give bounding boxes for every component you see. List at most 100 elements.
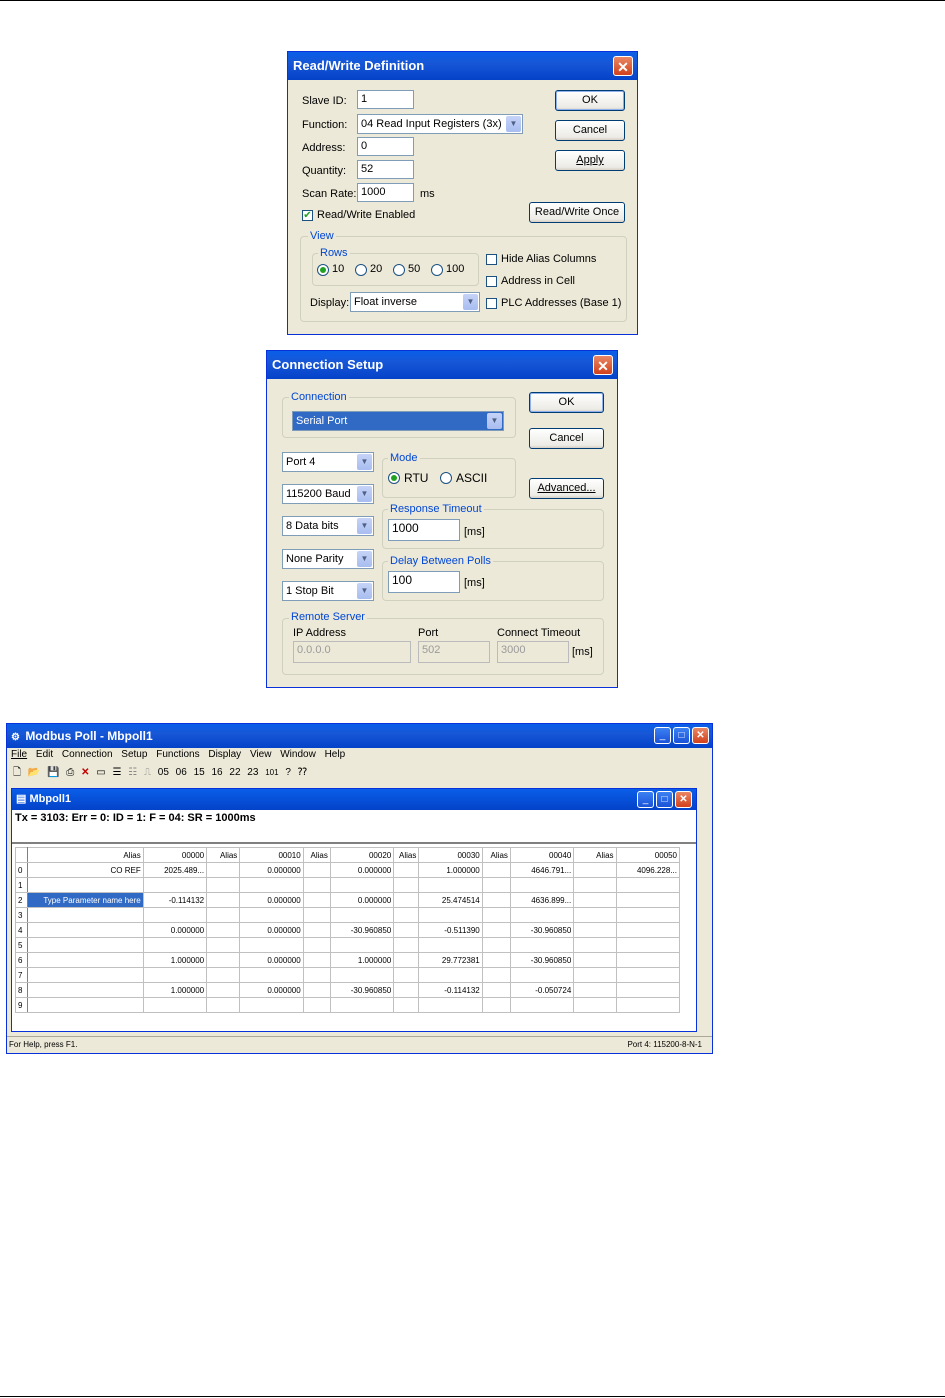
rw-enabled-checkbox[interactable]: ✔ <box>302 210 313 221</box>
stop-bits-select[interactable]: 1 Stop Bit ▼ <box>282 581 374 601</box>
alias-cell[interactable] <box>481 892 511 908</box>
value-cell[interactable] <box>142 877 208 893</box>
alias-cell[interactable] <box>206 967 241 983</box>
alias-cell[interactable] <box>481 862 511 878</box>
menu-edit[interactable]: Edit <box>36 749 53 760</box>
alias-cell[interactable] <box>573 997 617 1013</box>
alias-cell[interactable] <box>481 967 511 983</box>
value-cell[interactable]: 0.000000 <box>239 982 304 998</box>
value-cell[interactable] <box>509 877 575 893</box>
value-cell[interactable] <box>509 937 575 953</box>
alias-cell[interactable] <box>481 982 511 998</box>
menu-file[interactable]: File <box>11 749 27 760</box>
value-cell[interactable] <box>142 907 208 923</box>
apply-button[interactable]: Apply <box>555 150 625 171</box>
value-cell[interactable] <box>418 937 483 953</box>
connect-timeout-field[interactable]: 3000 <box>497 641 569 663</box>
alias-cell[interactable] <box>206 892 241 908</box>
alias-cell[interactable] <box>393 997 420 1013</box>
alias-cell[interactable] <box>573 952 617 968</box>
value-cell[interactable]: 1.000000 <box>142 982 208 998</box>
alias-cell[interactable] <box>206 937 241 953</box>
column-header[interactable]: Alias <box>573 847 617 863</box>
value-cell[interactable] <box>509 967 575 983</box>
alias-cell[interactable] <box>393 907 420 923</box>
value-cell[interactable]: 0.000000 <box>329 862 395 878</box>
rows-100-radio[interactable] <box>431 264 443 276</box>
fn-101-button[interactable]: 101 <box>265 764 278 782</box>
alias-cell[interactable] <box>27 997 144 1013</box>
response-timeout-field[interactable]: 1000 <box>388 519 460 541</box>
alias-cell[interactable] <box>393 877 420 893</box>
pulse-icon[interactable]: ⎍ <box>144 764 151 782</box>
close-button[interactable]: ✕ <box>692 727 709 744</box>
alias-cell[interactable] <box>393 892 420 908</box>
child-maximize-button[interactable]: □ <box>656 791 673 808</box>
alias-cell[interactable] <box>206 997 241 1013</box>
value-cell[interactable]: 0.000000 <box>329 892 395 908</box>
value-cell[interactable]: -30.960850 <box>329 922 395 938</box>
fn-06-button[interactable]: 06 <box>176 764 187 782</box>
window-icon[interactable]: ▭ <box>96 764 105 782</box>
value-cell[interactable]: 4636.899... <box>509 892 575 908</box>
child-close-button[interactable]: ✕ <box>675 791 692 808</box>
alias-cell[interactable] <box>27 907 144 923</box>
alias-cell[interactable] <box>206 862 241 878</box>
value-cell[interactable]: -0.114132 <box>142 892 208 908</box>
ok-button[interactable]: OK <box>555 90 625 111</box>
value-cell[interactable] <box>418 877 483 893</box>
value-cell[interactable]: 25.474514 <box>418 892 483 908</box>
fn-15-button[interactable]: 15 <box>194 764 205 782</box>
scan-rate-field[interactable]: 1000 <box>357 183 414 202</box>
alias-cell[interactable] <box>302 997 331 1013</box>
address-in-cell-checkbox[interactable] <box>486 276 497 287</box>
column-header[interactable]: 00040 <box>509 847 575 863</box>
value-cell[interactable]: -30.960850 <box>329 982 395 998</box>
minimize-button[interactable]: _ <box>654 727 671 744</box>
data-bits-select[interactable]: 8 Data bits ▼ <box>282 516 374 536</box>
value-cell[interactable]: -30.960850 <box>509 922 575 938</box>
value-cell[interactable] <box>509 907 575 923</box>
alias-cell[interactable] <box>302 907 331 923</box>
alias-cell[interactable] <box>393 937 420 953</box>
hide-alias-checkbox[interactable] <box>486 254 497 265</box>
value-cell[interactable]: 4646.791... <box>509 862 575 878</box>
rows-10-radio[interactable] <box>317 264 329 276</box>
rows-50-radio[interactable] <box>393 264 405 276</box>
value-cell[interactable] <box>239 907 304 923</box>
value-cell[interactable] <box>329 907 395 923</box>
alias-cell[interactable] <box>302 862 331 878</box>
value-cell[interactable]: 0.000000 <box>239 952 304 968</box>
open-icon[interactable]: 📂 <box>28 764 40 782</box>
menu-view[interactable]: View <box>250 749 272 760</box>
value-cell[interactable] <box>142 937 208 953</box>
alias-cell[interactable] <box>302 967 331 983</box>
alias-cell[interactable] <box>206 907 241 923</box>
value-cell[interactable] <box>329 937 395 953</box>
ip-address-field[interactable]: 0.0.0.0 <box>293 641 411 663</box>
value-cell[interactable] <box>615 952 681 968</box>
value-cell[interactable] <box>418 997 483 1013</box>
column-header[interactable]: 00020 <box>329 847 395 863</box>
value-cell[interactable]: -30.960850 <box>509 952 575 968</box>
delay-field[interactable]: 100 <box>388 571 460 593</box>
value-cell[interactable] <box>142 997 208 1013</box>
alias-cell[interactable] <box>393 952 420 968</box>
rows-20-radio[interactable] <box>355 264 367 276</box>
ok-button[interactable]: OK <box>529 392 604 413</box>
alias-cell[interactable] <box>27 937 144 953</box>
alias-cell[interactable] <box>573 982 617 998</box>
read-icon[interactable]: ☰ <box>112 764 121 782</box>
fn-05-button[interactable]: 05 <box>158 764 169 782</box>
value-cell[interactable] <box>418 907 483 923</box>
column-header[interactable]: Alias <box>393 847 420 863</box>
alias-cell[interactable] <box>573 907 617 923</box>
print-icon[interactable]: ⎙ <box>66 764 74 782</box>
alias-cell[interactable] <box>27 982 144 998</box>
alias-cell[interactable] <box>393 982 420 998</box>
alias-cell[interactable] <box>393 922 420 938</box>
alias-cell[interactable] <box>481 997 511 1013</box>
fn-23-button[interactable]: 23 <box>247 764 258 782</box>
column-header[interactable]: Alias <box>27 847 144 863</box>
value-cell[interactable] <box>329 997 395 1013</box>
